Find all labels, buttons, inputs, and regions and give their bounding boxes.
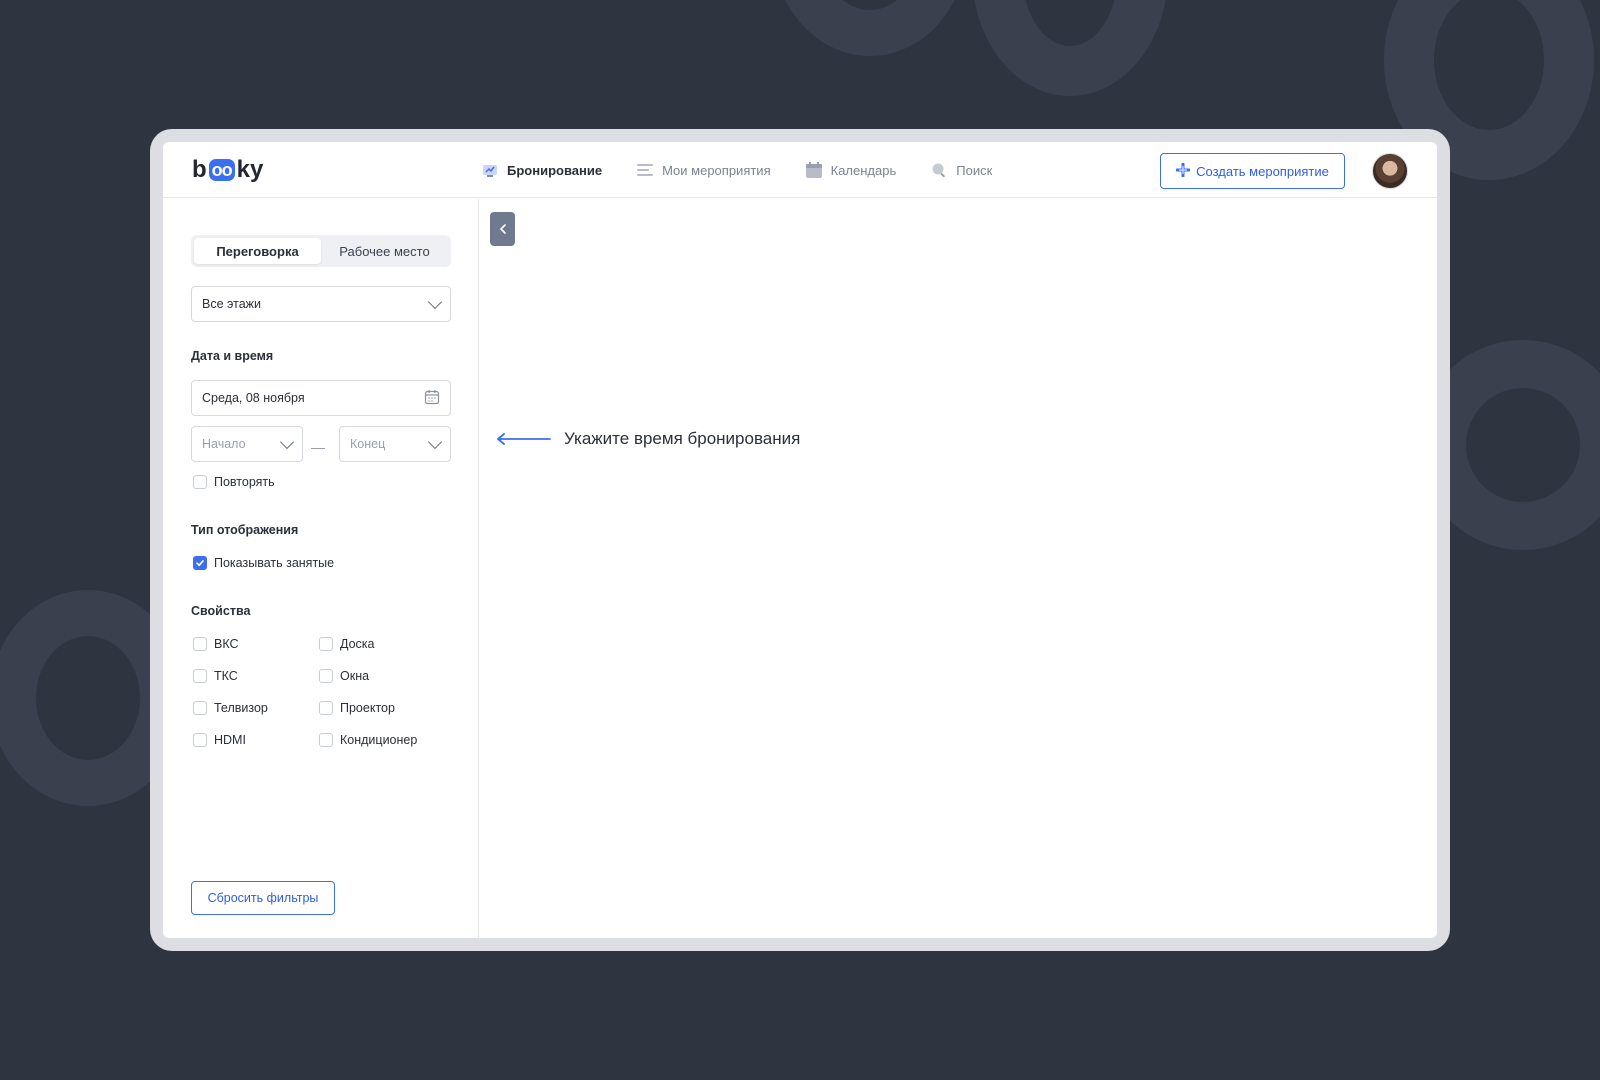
repeat-checkbox[interactable]: Повторять [193, 475, 275, 489]
app-window: b oo ky Бронирование Мои мероприятия Кал… [163, 142, 1437, 938]
time-range-separator [311, 448, 325, 449]
property-checkbox[interactable]: Кондиционер [319, 733, 417, 747]
checkbox-box[interactable] [193, 733, 207, 747]
property-checkbox[interactable]: ВКС [193, 637, 239, 651]
checkbox-box[interactable] [193, 701, 207, 715]
nav-item-search[interactable]: Поиск [930, 161, 992, 179]
nav-item-calendar[interactable]: Календарь [805, 161, 897, 179]
checkbox-box[interactable] [193, 637, 207, 651]
user-avatar[interactable] [1372, 153, 1408, 189]
property-label: Телвизор [214, 701, 268, 715]
main-nav: Бронирование Мои мероприятия Календарь П… [481, 142, 992, 198]
chevron-down-icon [427, 434, 443, 449]
create-event-button[interactable]: Создать мероприятие [1160, 153, 1345, 189]
logo-oo: oo [208, 159, 235, 181]
start-time-placeholder: Начало [202, 437, 246, 451]
checkbox-box[interactable] [319, 733, 333, 747]
background-decoration [772, 0, 968, 56]
property-label: ТКС [214, 669, 238, 683]
chevron-left-icon [499, 224, 506, 234]
property-checkbox[interactable]: Окна [319, 669, 369, 683]
check-icon [196, 560, 204, 567]
empty-state-hint: Укажите время бронирования [496, 429, 800, 449]
checkbox-box[interactable] [193, 556, 207, 570]
logo[interactable]: b oo ky [192, 156, 263, 184]
logo-prefix: b [192, 156, 207, 183]
property-checkbox[interactable]: ТКС [193, 669, 238, 683]
collapse-sidebar-button[interactable] [490, 212, 515, 246]
show-busy-label: Показывать занятые [214, 556, 335, 570]
date-field[interactable]: Среда, 08 ноября [191, 380, 451, 416]
reset-filters-button[interactable]: Сбросить фильтры [191, 881, 335, 915]
logo-suffix: ky [236, 156, 264, 183]
checkbox-box[interactable] [193, 475, 207, 489]
nav-label: Поиск [956, 162, 993, 178]
properties-title: Свойства [191, 604, 251, 618]
property-label: Окна [340, 669, 370, 683]
nav-label: Бронирование [507, 162, 603, 178]
chevron-down-icon [279, 434, 295, 449]
display-type-title: Тип отображения [191, 523, 299, 537]
calendar-icon [424, 389, 440, 408]
repeat-label: Повторять [214, 475, 275, 489]
tab-meeting-room[interactable]: Переговорка [194, 238, 321, 264]
checkbox-box[interactable] [319, 637, 333, 651]
top-header: b oo ky Бронирование Мои мероприятия Кал… [163, 142, 1437, 198]
create-event-label: Создать мероприятие [1196, 163, 1329, 179]
nav-label: Мои мероприятия [662, 162, 771, 178]
datetime-title: Дата и время [191, 349, 274, 363]
date-field-value: Среда, 08 ноября [202, 391, 305, 405]
chevron-down-icon [427, 294, 443, 309]
tab-workplace[interactable]: Рабочее место [321, 238, 448, 264]
device-frame: b oo ky Бронирование Мои мероприятия Кал… [150, 129, 1450, 951]
property-label: Доска [340, 637, 375, 651]
property-label: Проектор [340, 701, 395, 715]
end-time-select[interactable]: Конец [339, 426, 451, 462]
nav-item-booking[interactable]: Бронирование [481, 161, 602, 179]
property-checkbox[interactable]: Телвизор [193, 701, 268, 715]
property-checkbox[interactable]: HDMI [193, 733, 246, 747]
property-checkbox[interactable]: Доска [319, 637, 375, 651]
floor-select[interactable]: Все этажи [191, 286, 451, 322]
filters-sidebar: Переговорка Рабочее место Все этажи Дата… [163, 199, 479, 938]
space-type-toggle: Переговорка Рабочее место [191, 235, 451, 267]
list-icon [636, 161, 654, 179]
property-label: HDMI [214, 733, 246, 747]
floor-select-value: Все этажи [202, 297, 261, 311]
start-time-select[interactable]: Начало [191, 426, 303, 462]
property-label: Кондиционер [340, 733, 418, 747]
property-label: ВКС [214, 637, 239, 651]
property-checkbox[interactable]: Проектор [319, 701, 395, 715]
plus-icon [1175, 162, 1191, 180]
hint-text: Укажите время бронирования [564, 429, 801, 448]
show-busy-checkbox[interactable]: Показывать занятые [193, 556, 334, 570]
booking-icon [481, 161, 499, 179]
search-icon [930, 161, 948, 179]
nav-item-my-events[interactable]: Мои мероприятия [636, 161, 771, 179]
checkbox-box[interactable] [319, 701, 333, 715]
end-time-placeholder: Конец [350, 437, 386, 451]
checkbox-box[interactable] [319, 669, 333, 683]
arrow-left-icon [497, 433, 551, 445]
checkbox-box[interactable] [193, 669, 207, 683]
nav-label: Календарь [830, 162, 897, 178]
background-decoration [972, 0, 1168, 96]
calendar-icon [805, 161, 823, 179]
